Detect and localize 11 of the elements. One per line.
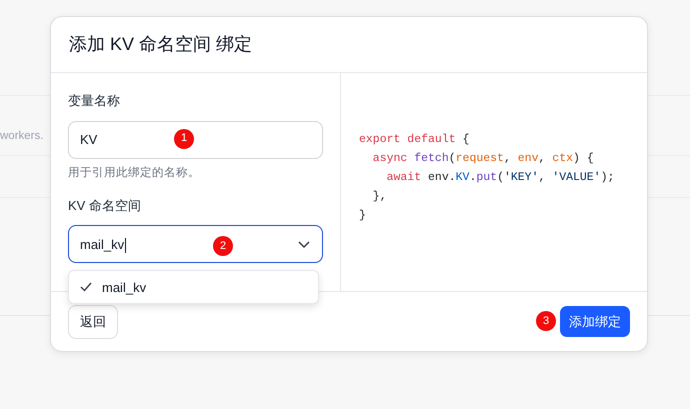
- dialog-title: 添加 KV 命名空间 绑定: [69, 33, 252, 56]
- field-hint: 用于引用此绑定的名称。: [68, 166, 201, 180]
- background-text: workers.: [0, 129, 44, 144]
- code-snippet: export default { async fetch(request, env, ctx) { await env.KV.put('KEY', 'VALUE'); }, }: [359, 132, 614, 224]
- check-icon: [80, 282, 92, 292]
- back-button[interactable]: 返回: [68, 304, 118, 338]
- field-label: 变量名称: [68, 92, 121, 110]
- step-marker: 3: [536, 311, 556, 331]
- dropdown-option[interactable]: mail_kv: [69, 275, 318, 300]
- add-binding-button[interactable]: 添加绑定: [560, 306, 630, 337]
- field-label: KV 命名空间: [68, 196, 142, 215]
